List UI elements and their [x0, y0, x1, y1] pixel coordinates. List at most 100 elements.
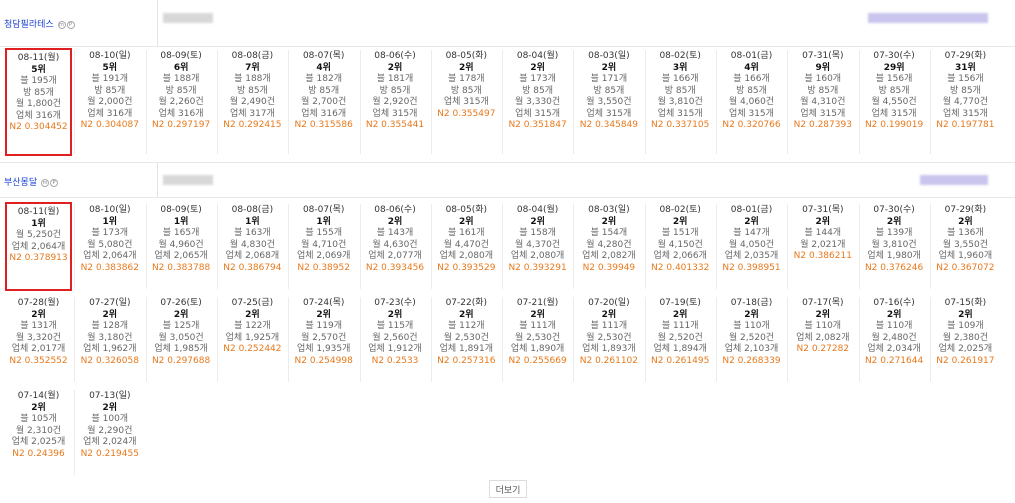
cell-divider [787, 204, 789, 289]
day-cell[interactable]: 07-31(목) 2위 블 144개 월 2,021개 N2 0.386211 [789, 202, 856, 291]
day-cell[interactable]: 08-10(일) 1위 블 173개 월 5,080건 업체 2,064개 N2 0.38… [76, 202, 143, 291]
day-cell[interactable]: 07-29(화) 2위 블 136개 월 3,550건 업체 1,960개 N2 0.36… [932, 202, 999, 291]
day-cell[interactable]: 08-07(목) 4위 블 182개 방 85개 월 2,700건 업체 316개 N2 0… [290, 48, 357, 156]
metric-line: 업체 2,025개 [938, 344, 993, 354]
metric-line: 업체 1,980개 [867, 251, 921, 261]
selected-day-cell[interactable]: 08-11(월) 5위 블 195개 방 85개 월 1,800건 업체 316개 N2 0… [5, 48, 72, 156]
day-date: 07-27(일) [89, 298, 131, 308]
metric-line: 월 4,050건 [728, 239, 775, 250]
metric-line: 월 3,550건 [942, 239, 988, 250]
day-cell[interactable]: 08-01(금) 4위 블 166개 방 85개 월 4,060건 업체 315개 N2 0… [718, 48, 785, 156]
day-cell[interactable]: 07-16(수) 2위 블 110개 월 2,480건 업체 2,034개 N2 0.27… [861, 295, 928, 384]
metric-line: 블 158개 [519, 228, 556, 238]
metric-line: 월 2,530건 [443, 332, 489, 343]
day-cell[interactable]: 08-06(수) 2위 블 143개 월 4,630건 업체 2,077개 N2 0.39… [362, 202, 429, 291]
day-cell[interactable]: 08-10(일) 5위 블 191개 방 85개 월 2,000건 업체 316개 N2 0… [76, 48, 143, 156]
rank-value: 2위 [530, 309, 545, 320]
day-cell[interactable]: 08-02(토) 3위 블 166개 방 85개 월 3,810건 업체 315개 N2 0… [647, 48, 714, 156]
rank-value: 31위 [954, 62, 976, 73]
metric-line: 블 171개 [590, 74, 628, 84]
cell-divider [288, 50, 290, 154]
rank-value: 2위 [387, 309, 403, 320]
cell-divider [787, 297, 789, 382]
day-cell[interactable]: 07-23(수) 2위 블 115개 월 2,560건 업체 1,912개 N2 0.25… [362, 295, 429, 384]
shop-name-link[interactable]: 청담필라테스 [4, 20, 54, 30]
day-cell[interactable]: 07-28(월) 2위 블 131개 월 3,320건 업체 2,017개 N2 0.35… [5, 295, 72, 384]
day-cell[interactable]: 08-04(월) 2위 블 173개 방 85개 월 3,330건 업체 315개 N2 0… [504, 48, 571, 156]
day-cell[interactable]: 07-19(토) 2위 블 111개 월 2,520건 업체 1,894개 N2 0.26… [647, 295, 714, 384]
day-cell[interactable]: 07-24(목) 2위 블 119개 월 2,570건 업체 1,935개 N2 0.25… [290, 295, 357, 384]
day-cell[interactable]: 07-30(수) 2위 블 139개 월 3,810건 업체 1,980개 N2 0.37… [861, 202, 928, 291]
day-cell[interactable]: 08-02(토) 2위 블 151개 월 4,150건 업체 2,066개 N2 0.40… [647, 202, 714, 291]
cell-divider [858, 204, 860, 289]
load-more-button[interactable]: 더보기 [489, 480, 527, 498]
selected-day-cell[interactable]: 08-11(월) 1위 월 5,250건 업체 2,064개 N2 0.378913 [5, 202, 72, 291]
day-cell[interactable]: 08-04(월) 2위 블 158개 월 4,370건 업체 2,080개 N2 0.39… [504, 202, 571, 291]
day-date: 08-07(목) [302, 205, 345, 215]
day-date: 07-23(수) [374, 298, 416, 308]
day-date: 08-02(토) [659, 205, 701, 215]
cell-divider [74, 204, 76, 289]
metric-line: 월 4,150건 [657, 239, 703, 250]
cell-divider [787, 50, 789, 154]
metric-line: 업체 1,894개 [653, 344, 707, 354]
day-date: 07-22(화) [445, 298, 488, 308]
day-date: 07-24(목) [302, 298, 345, 308]
day-cell[interactable]: 07-30(수) 29위 블 156개 방 85개 월 4,550건 업체 315개 N2 … [861, 48, 928, 156]
day-cell[interactable]: 07-27(일) 2위 블 128개 월 3,180건 업체 1,962개 N2 0.32… [76, 295, 143, 384]
day-cell[interactable]: 07-26(토) 2위 블 125개 월 3,050건 업체 1,985개 N2 0.29… [148, 295, 215, 384]
cell-divider [216, 204, 218, 289]
cell-divider [145, 204, 147, 289]
cell-divider [644, 297, 646, 382]
metric-line: 블 111개 [590, 321, 628, 331]
mobile-badge-icon[interactable]: m [57, 20, 66, 29]
day-date: 08-10(일) [89, 205, 131, 215]
day-cell[interactable]: 08-05(화) 2위 블 161개 월 4,470건 업체 2,080개 N2 0.39… [433, 202, 500, 291]
day-cell[interactable]: 08-05(화) 2위 블 178개 방 85개 업체 315개 N2 0.355497 [433, 48, 500, 156]
day-cell[interactable]: 07-20(일) 2위 블 111개 월 2,530건 업체 1,893개 N2 0.26… [575, 295, 642, 384]
rank-value: 2위 [530, 62, 545, 73]
day-cell[interactable]: 08-03(일) 2위 블 171개 방 85개 월 3,550건 업체 315개 N2 0… [575, 48, 642, 156]
metric-line: 블 139개 [875, 228, 913, 238]
day-cell[interactable]: 08-09(토) 6위 블 188개 방 85개 월 2,260건 업체 316개 N2 0… [148, 48, 215, 156]
n2-score: N2 0.315586 [294, 120, 353, 130]
cell-divider [145, 50, 147, 154]
day-cell[interactable]: 08-01(금) 2위 블 147개 월 4,050건 업체 2,035개 N2 0.39… [718, 202, 785, 291]
day-cell[interactable]: 08-07(목) 1위 블 155개 월 4,710건 업체 2,069개 N2 0.38… [290, 202, 357, 291]
day-cell[interactable]: 07-29(화) 31위 블 156개 방 85개 월 4,770건 업체 315개 N2 … [932, 48, 999, 156]
redacted-text [163, 175, 213, 185]
cell-divider [74, 50, 76, 154]
day-cell[interactable]: 07-17(목) 2위 블 110개 업체 2,082개 N2 0.27282 [789, 295, 856, 384]
cell-divider [216, 50, 218, 154]
day-cell[interactable]: 07-21(월) 2위 블 111개 월 2,530건 업체 1,890개 N2 0.25… [504, 295, 571, 384]
day-cell[interactable]: 07-31(목) 9위 블 160개 방 85개 월 4,310건 업체 315개 N2 0… [789, 48, 856, 156]
day-cell[interactable]: 07-25(금) 2위 블 122개 업체 1,925개 N2 0.252442 [219, 295, 286, 384]
day-date: 07-29(화) [944, 51, 987, 61]
day-cell[interactable]: 07-22(화) 2위 블 112개 월 2,530건 업체 1,891개 N2 0.25… [433, 295, 500, 384]
mobile-badge-icon[interactable]: m [41, 178, 49, 187]
day-cell[interactable]: 08-09(토) 1위 블 165개 월 4,960건 업체 2,065개 N2 0.38… [148, 202, 215, 291]
n2-score: N2 0.398951 [722, 262, 781, 273]
place-badge-icon[interactable]: P [66, 20, 75, 29]
metric-line: 업체 316개 [301, 108, 347, 119]
day-cell[interactable]: 08-03(일) 2위 블 154개 월 4,280건 업체 2,082개 N2 0.39… [575, 202, 642, 291]
place-badge-icon[interactable]: P [50, 178, 58, 187]
day-cell[interactable]: 08-06(수) 2위 블 181개 방 85개 월 2,920건 업체 315개 N2 0… [362, 48, 429, 156]
day-cell[interactable]: 07-13(일) 2위 블 100개 월 2,290건 업체 2,024개 N2 0.21… [76, 388, 143, 477]
metric-line: 업체 2,080개 [510, 251, 565, 261]
n2-score: N2 0.38952 [297, 262, 350, 273]
metric-line: 월 1,800건 [15, 99, 62, 109]
day-cell[interactable]: 08-08(금) 1위 블 163개 월 4,830건 업체 2,068개 N2 0.38… [219, 202, 286, 291]
cell-divider [288, 204, 290, 289]
n2-score: N2 0.320766 [722, 120, 781, 130]
day-cell[interactable]: 08-08(금) 7위 블 188개 방 85개 월 2,490건 업체 317개 N2 0… [219, 48, 286, 156]
day-cell[interactable]: 07-14(월) 2위 블 105개 월 2,310건 업체 2,025개 N2 0.24… [5, 388, 72, 477]
shop-name-link[interactable]: 부산몽달 [4, 178, 37, 188]
metric-line: 업체 2,082개 [582, 251, 636, 261]
metric-line: 블 181개 [376, 74, 414, 84]
day-cell[interactable]: 07-15(화) 2위 블 109개 월 2,380건 업체 2,025개 N2 0.26… [932, 295, 999, 384]
rank-value: 2위 [173, 309, 189, 320]
metric-line: 월 4,960건 [158, 239, 204, 250]
day-cell[interactable]: 07-18(금) 2위 블 110개 월 2,520건 업체 2,103개 N2 0.26… [718, 295, 785, 384]
day-date: 07-30(수) [873, 205, 915, 215]
